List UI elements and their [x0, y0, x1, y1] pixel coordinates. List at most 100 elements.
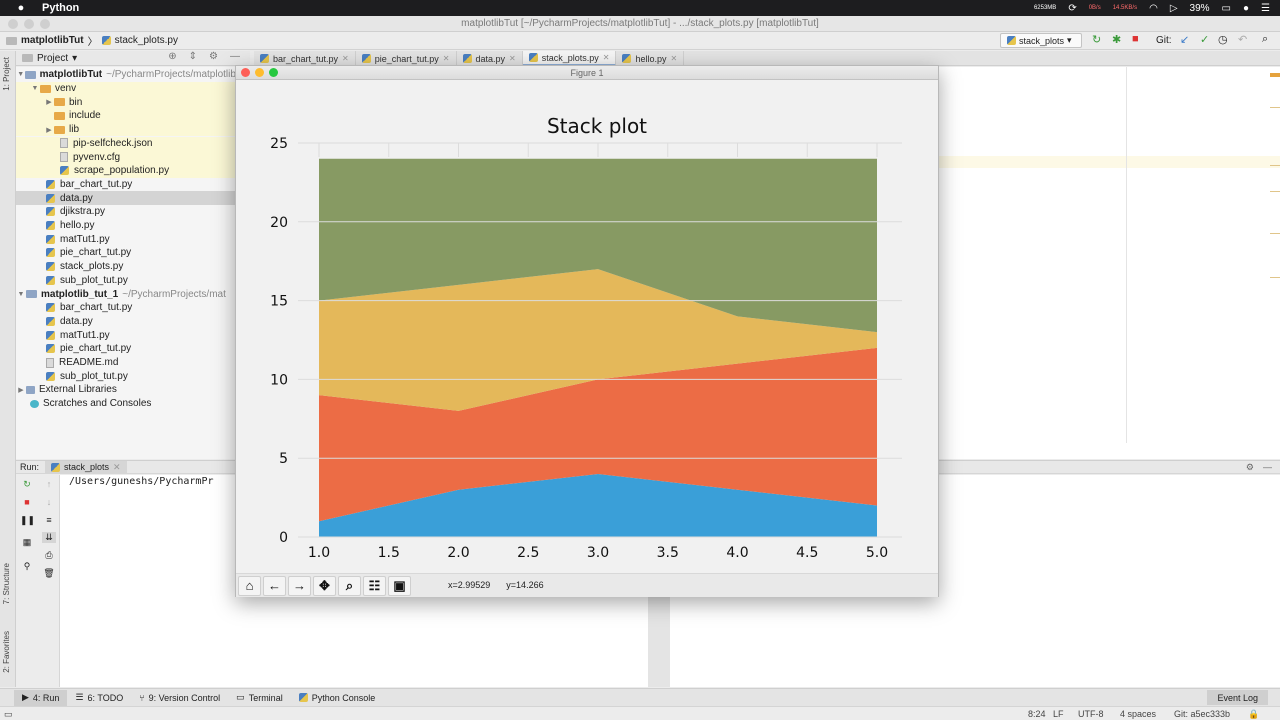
down-icon[interactable]: ↓ — [42, 497, 56, 507]
project-view-select[interactable]: Project — [37, 53, 68, 64]
tree-item-scratches[interactable]: Scratches and Consoles — [16, 397, 250, 411]
breadcrumb-file[interactable]: stack_plots.py — [115, 35, 178, 46]
error-stripe-mark[interactable] — [1270, 107, 1280, 108]
project-tool-button[interactable]: 1: Project — [2, 57, 11, 91]
tab-hello[interactable]: hello.py ✕ — [616, 51, 685, 66]
close-tab-icon[interactable]: ✕ — [113, 462, 121, 473]
tree-root-matplotlib-tut-1[interactable]: ▼ matplotlib_tut_1 ~/PycharmProjects/mat — [16, 287, 250, 301]
run-tab[interactable]: stack_plots ✕ — [45, 460, 127, 474]
tree-root-matplotlibtut[interactable]: ▼ matplotlibTut ~/PycharmProjects/matplotl… — [16, 68, 250, 82]
trash-icon[interactable]: 🗑 — [42, 568, 56, 579]
tree-item-scrape-population[interactable]: scrape_population.py — [16, 163, 250, 178]
tree-item-file[interactable]: README.md — [16, 356, 250, 370]
gear-icon[interactable]: ⚙ — [1246, 462, 1254, 473]
figure-titlebar[interactable]: Figure 1 — [236, 66, 938, 80]
figure-close-button[interactable] — [241, 68, 250, 77]
run-config-select[interactable]: stack_plots ▾ — [1000, 33, 1082, 48]
favorites-tool-button[interactable]: 2: Favorites — [2, 631, 11, 673]
breadcrumb-project[interactable]: matplotlibTut — [21, 35, 84, 46]
soft-wrap-icon[interactable]: ≡ — [42, 515, 56, 525]
dot-icon[interactable]: ● — [1243, 3, 1249, 14]
tree-item-file[interactable]: hello.py — [16, 219, 250, 233]
wifi-icon[interactable]: ◠ — [1149, 3, 1158, 14]
back-icon[interactable]: ← — [263, 575, 286, 596]
tree-item-file[interactable]: stack_plots.py — [16, 260, 250, 274]
status-toggle-icon[interactable]: ▭ — [4, 709, 13, 720]
history-icon[interactable]: ◷ — [1218, 33, 1228, 46]
battery-level[interactable]: 39% — [1190, 3, 1210, 14]
git-commit-icon[interactable]: ✓ — [1200, 33, 1209, 46]
pin-icon[interactable]: ⚲ — [20, 561, 34, 572]
close-tab-icon[interactable]: ✕ — [443, 54, 450, 63]
tree-item-external-libraries[interactable]: ▶ External Libraries — [16, 383, 250, 397]
sync-icon[interactable]: ⟳ — [1068, 3, 1076, 14]
git-branch[interactable]: Git: a5ec333b — [1174, 709, 1230, 719]
stop-icon[interactable]: ■ — [1132, 33, 1139, 45]
tree-item-file[interactable]: data.py — [16, 191, 250, 205]
indent-setting[interactable]: 4 spaces — [1120, 709, 1156, 719]
home-icon[interactable]: ⌂ — [238, 575, 261, 596]
error-stripe-mark[interactable] — [1270, 233, 1280, 234]
close-tab-icon[interactable]: ✕ — [342, 54, 349, 63]
stack-plot-chart[interactable]: 1.0 1.5 2.0 2.5 3.0 3.5 4.0 4.5 5.0 0 5 10 15 20 25 S… — [236, 81, 938, 573]
close-window-button[interactable] — [8, 19, 18, 29]
search-icon[interactable]: ⌕ — [1262, 33, 1268, 46]
tab-bar-chart-tut[interactable]: bar_chart_tut.py ✕ — [254, 51, 356, 66]
tree-item-file[interactable]: sub_plot_tut.py — [16, 369, 250, 383]
error-stripe-mark[interactable] — [1270, 73, 1280, 77]
tree-item-file[interactable]: matTut1.py — [16, 232, 250, 246]
expand-arrow-icon[interactable]: ▶ — [44, 98, 54, 106]
event-log-button[interactable]: Event Log — [1207, 690, 1268, 705]
file-encoding[interactable]: UTF-8 — [1078, 709, 1104, 719]
error-stripe-mark[interactable] — [1270, 165, 1280, 166]
rerun-icon[interactable]: ↻ — [1092, 33, 1101, 46]
line-separator[interactable]: LF — [1053, 709, 1064, 719]
collapse-icon[interactable]: ⇕ — [189, 51, 197, 62]
locate-icon[interactable]: ⊕ — [168, 51, 176, 62]
git-update-icon[interactable]: ↙ — [1180, 33, 1189, 46]
zoom-icon[interactable]: ⌕ — [338, 575, 361, 596]
tree-item-lib[interactable]: ▶ lib — [16, 122, 250, 137]
tree-item-file[interactable]: matTut1.py — [16, 328, 250, 342]
save-icon[interactable]: ▣ — [388, 575, 411, 596]
expand-arrow-icon[interactable]: ▼ — [16, 291, 26, 298]
tree-item-bin[interactable]: ▶ bin — [16, 95, 250, 110]
minimize-window-button[interactable] — [24, 19, 34, 29]
gear-icon[interactable]: ⚙ — [209, 51, 218, 62]
tab-data[interactable]: data.py ✕ — [457, 51, 523, 66]
figure-zoom-button[interactable] — [269, 68, 278, 77]
up-icon[interactable]: ↑ — [42, 479, 56, 489]
tree-item-file[interactable]: bar_chart_tut.py — [16, 301, 250, 315]
tab-pie-chart-tut[interactable]: pie_chart_tut.py ✕ — [356, 51, 457, 66]
revert-icon[interactable]: ↶ — [1238, 33, 1247, 46]
tree-item-include[interactable]: include — [16, 109, 250, 123]
vcs-tool-button[interactable]: ⑂ 9: Version Control — [131, 690, 228, 706]
figure-minimize-button[interactable] — [255, 68, 264, 77]
tree-item-file[interactable]: sub_plot_tut.py — [16, 274, 250, 288]
expand-arrow-icon[interactable]: ▶ — [16, 386, 26, 394]
error-stripe-mark[interactable] — [1270, 191, 1280, 192]
print-icon[interactable]: ⎙ — [42, 550, 56, 561]
error-stripe-mark[interactable] — [1270, 277, 1280, 278]
debug-icon[interactable]: ✱ — [1112, 33, 1121, 46]
close-tab-icon[interactable]: ✕ — [603, 53, 610, 62]
todo-tool-button[interactable]: ☰ 6: TODO — [67, 690, 131, 706]
pan-icon[interactable]: ✥ — [313, 575, 336, 596]
lock-icon[interactable]: 🔒 — [1248, 709, 1259, 720]
subplots-config-icon[interactable]: ☷ — [363, 575, 386, 596]
scroll-to-end-icon[interactable]: ⇊ — [42, 532, 56, 543]
expand-arrow-icon[interactable]: ▶ — [44, 126, 54, 134]
hide-icon[interactable]: — — [230, 51, 240, 62]
tree-item-file[interactable]: bar_chart_tut.py — [16, 178, 250, 192]
terminal-tool-button[interactable]: ▭ Terminal — [228, 690, 291, 706]
run-tool-button[interactable]: ▶ 4: Run — [14, 689, 68, 706]
close-tab-icon[interactable]: ✕ — [509, 54, 516, 63]
tree-item-pyvenv[interactable]: pyvenv.cfg — [16, 150, 250, 164]
stop-icon[interactable]: ■ — [20, 497, 34, 507]
tree-item-pip-selfcheck[interactable]: pip-selfcheck.json — [16, 136, 250, 151]
play-icon[interactable]: ▷ — [1170, 3, 1178, 14]
expand-arrow-icon[interactable]: ▼ — [30, 85, 40, 92]
apple-icon[interactable]: ● — [14, 2, 28, 14]
zoom-window-button[interactable] — [40, 19, 50, 29]
chevron-down-icon[interactable]: ▾ — [72, 53, 77, 64]
